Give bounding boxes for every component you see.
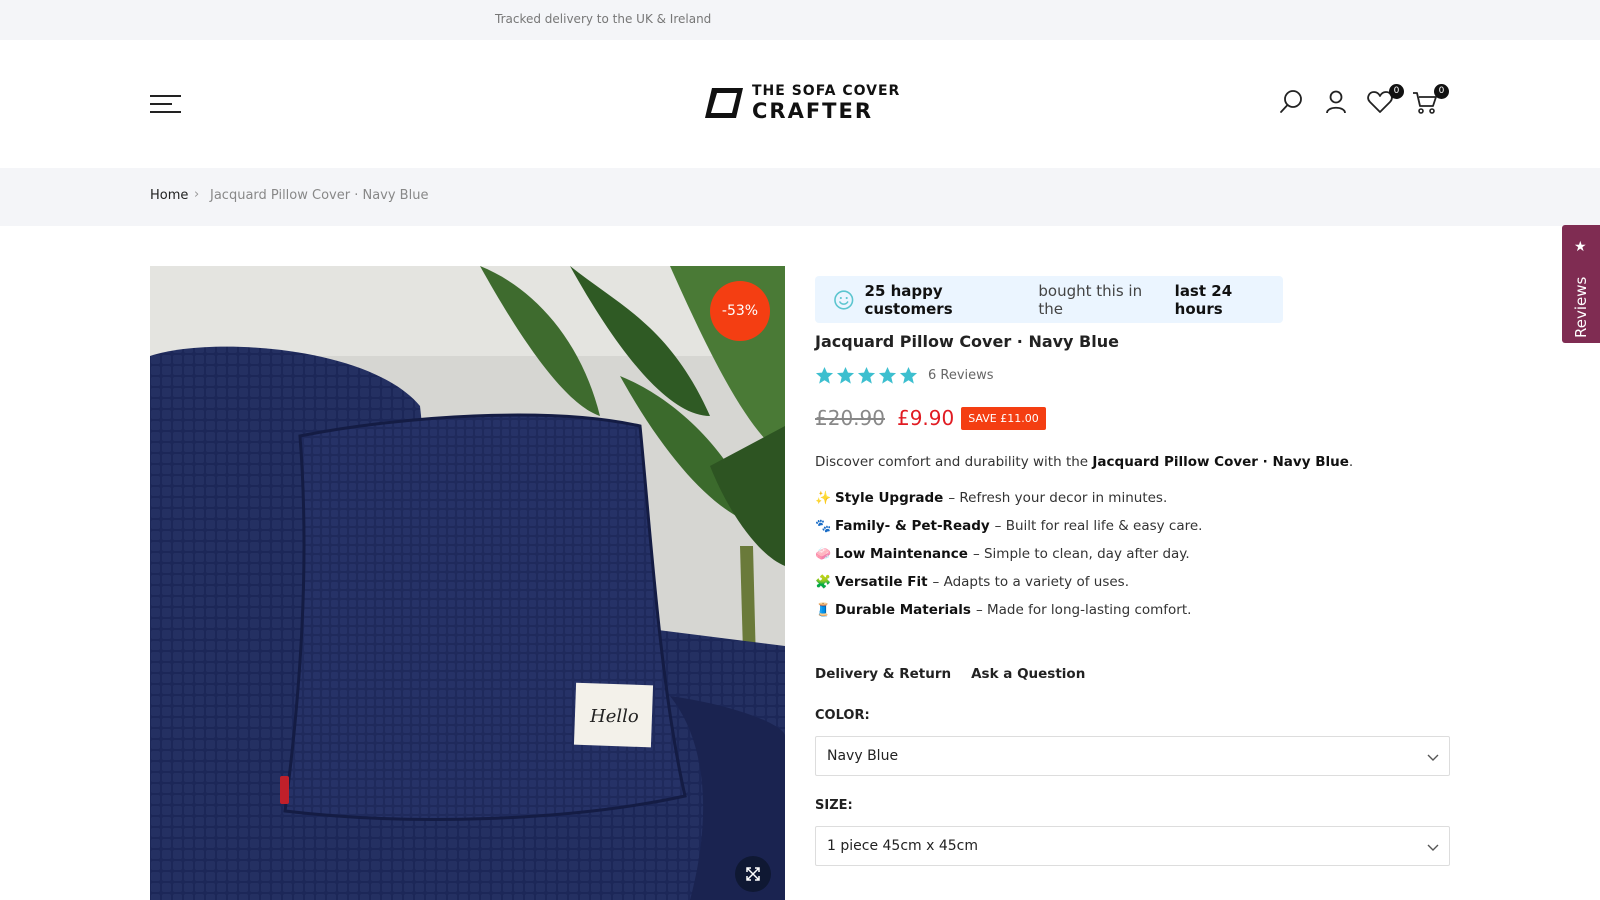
breadcrumb: Home › Jacquard Pillow Cover · Navy Blue — [0, 168, 1600, 226]
feature-item: 🧩 Versatile Fit – Adapts to a variety of… — [815, 574, 1129, 590]
star-icon — [815, 366, 834, 384]
feature-text: – Simple to clean, day after day. — [972, 546, 1190, 562]
feature-title: Durable Materials — [835, 602, 971, 618]
color-select[interactable]: Navy Blue — [815, 736, 1450, 776]
menu-icon[interactable] — [150, 95, 181, 114]
feature-text: – Refresh your decor in minutes. — [948, 490, 1168, 506]
search-icon[interactable] — [1278, 88, 1306, 116]
logo-text-top: THE SOFA COVER — [752, 83, 901, 99]
site-logo[interactable]: THE SOFA COVER CRAFTER — [702, 82, 902, 124]
product-photo: Hello — [150, 266, 785, 900]
reviews-count-link[interactable]: 6 Reviews — [928, 368, 994, 383]
feature-text: – Adapts to a variety of uses. — [932, 574, 1129, 590]
cart-count-badge: 0 — [1434, 84, 1449, 99]
color-label: COLOR: — [815, 708, 870, 723]
feature-title: Style Upgrade — [835, 490, 944, 506]
logo-mark-icon — [705, 88, 743, 118]
announcement-bar: Tracked delivery to the UK & Ireland — [0, 0, 1600, 40]
feature-item: ✨ Style Upgrade – Refresh your decor in … — [815, 490, 1167, 506]
expand-icon — [746, 867, 760, 881]
feature-text: – Built for real life & easy care. — [994, 518, 1203, 534]
sparkles-icon: ✨ — [815, 490, 832, 506]
desc-product-name: Jacquard Pillow Cover · Navy Blue — [1092, 454, 1349, 470]
star-icon — [836, 366, 855, 384]
logo-text-bottom: CRAFTER — [752, 99, 874, 123]
feature-title: Versatile Fit — [835, 574, 928, 590]
reviews-tab-label: Reviews — [1572, 276, 1590, 338]
product-title: Jacquard Pillow Cover · Navy Blue — [815, 332, 1119, 351]
feature-text: – Made for long-lasting comfort. — [975, 602, 1192, 618]
price-row: £20.90 £9.90 SAVE £11.00 — [815, 406, 1046, 430]
star-icon: ★ — [1574, 239, 1587, 255]
puzzle-icon: 🧩 — [815, 574, 832, 590]
breadcrumb-home-link[interactable]: Home — [150, 188, 188, 203]
size-select[interactable]: 1 piece 45cm x 45cm — [815, 826, 1450, 866]
sale-price: £9.90 — [896, 406, 955, 430]
soap-icon: 🧼 — [815, 546, 832, 562]
zoom-button[interactable] — [735, 856, 771, 892]
happy-count: 25 happy customers — [864, 281, 953, 318]
product-description: Discover comfort and durability with the… — [815, 454, 1353, 470]
feature-item: 🧼 Low Maintenance – Simple to clean, day… — [815, 546, 1190, 562]
smiley-icon — [834, 289, 854, 310]
happy-mid-text: bought this in the — [1038, 281, 1143, 318]
happy-period: last 24 hours — [1174, 281, 1233, 318]
paw-icon: 🐾 — [815, 518, 832, 534]
save-badge: SAVE £11.00 — [961, 406, 1046, 430]
account-icon[interactable] — [1322, 88, 1350, 116]
color-select-value: Navy Blue — [827, 748, 899, 764]
feature-item: 🐾 Family- & Pet-Ready – Built for real l… — [815, 518, 1202, 534]
chevron-down-icon — [1427, 844, 1439, 851]
social-proof-banner: 25 happy customers bought this in the la… — [815, 276, 1283, 323]
size-label: SIZE: — [815, 798, 853, 813]
star-icon — [878, 366, 897, 384]
breadcrumb-separator-icon: › — [194, 187, 200, 202]
feature-title: Low Maintenance — [835, 546, 968, 562]
size-select-value: 1 piece 45cm x 45cm — [827, 838, 978, 854]
reviews-side-tab[interactable]: ★ Reviews — [1562, 225, 1600, 343]
feature-title: Family- & Pet-Ready — [835, 518, 990, 534]
product-image[interactable]: Hello -53% — [150, 266, 785, 900]
wishlist-count-badge: 0 — [1389, 84, 1404, 99]
ask-question-link[interactable]: Ask a Question — [971, 666, 1085, 682]
product-links: Delivery & Return Ask a Question — [815, 666, 1105, 682]
star-icon — [857, 366, 876, 384]
delivery-return-link[interactable]: Delivery & Return — [815, 666, 951, 682]
wishlist-button[interactable]: 0 — [1366, 84, 1404, 116]
chevron-down-icon — [1427, 754, 1439, 761]
announcement-text: Tracked delivery to the UK & Ireland — [495, 12, 712, 26]
compare-price: £20.90 — [815, 406, 885, 430]
discount-badge: -53% — [710, 281, 770, 341]
site-header: THE SOFA COVER CRAFTER 0 0 — [0, 40, 1600, 168]
breadcrumb-current: Jacquard Pillow Cover · Navy Blue — [210, 188, 429, 203]
desc-prefix: Discover comfort and durability with the — [815, 454, 1089, 470]
desc-suffix: . — [1348, 454, 1354, 470]
svg-text:Hello: Hello — [589, 706, 639, 727]
rating-stars[interactable]: 6 Reviews — [815, 366, 994, 385]
feature-item: 🧵 Durable Materials – Made for long-last… — [815, 602, 1191, 618]
star-icon — [899, 366, 918, 384]
cart-button[interactable]: 0 — [1411, 84, 1449, 116]
thread-icon: 🧵 — [815, 602, 832, 618]
